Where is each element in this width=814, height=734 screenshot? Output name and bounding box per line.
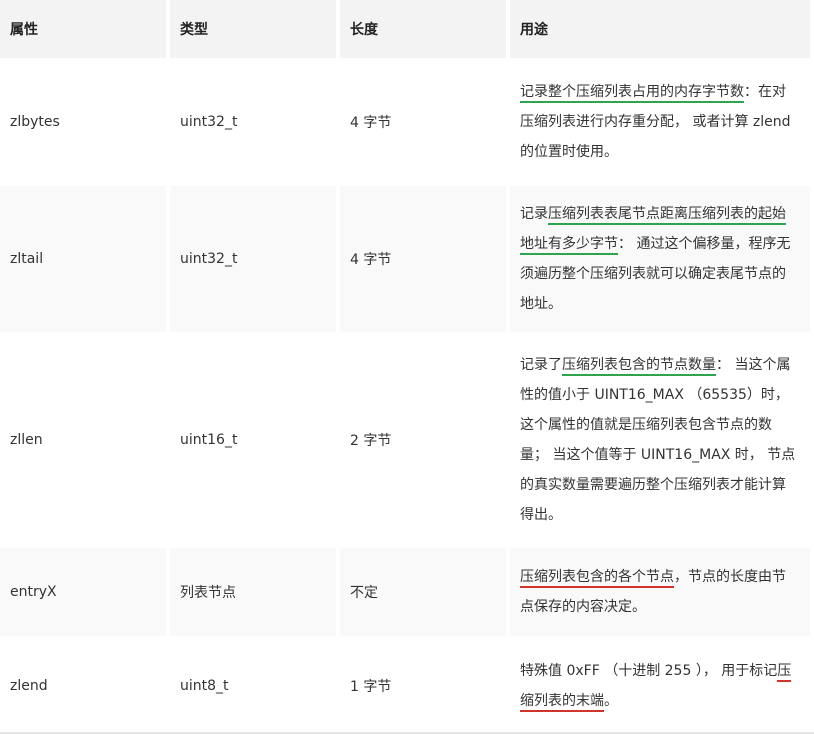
type-cell: uint32_t (170, 62, 336, 182)
usage-cell: 特殊值 0xFF （十进制 255 ）， 用于标记压缩列表的末端。 (510, 640, 810, 732)
type-cell: 列表节点 (170, 548, 336, 636)
usage-cell: 压缩列表包含的各个节点，节点的长度由节点保存的内容决定。 (510, 548, 810, 636)
type-cell: uint32_t (170, 186, 336, 332)
usage-text: 记录整个压缩列表占用的内存字节数：在对压缩列表进行内存重分配， 或者计算 zle… (520, 77, 798, 167)
usage-segment: 。 (604, 693, 618, 709)
table-row: zllen uint16_t 2 字节 记录了压缩列表包含的节点数量： 当这个属… (0, 336, 814, 544)
header-cell-length: 长度 (340, 0, 506, 58)
length-cell: 2 字节 (340, 336, 506, 544)
type-cell: uint16_t (170, 336, 336, 544)
attribute-cell: zllen (0, 336, 166, 544)
attribute-cell: zlend (0, 640, 166, 732)
attribute-cell: zlbytes (0, 62, 166, 182)
usage-text: 压缩列表包含的各个节点，节点的长度由节点保存的内容决定。 (520, 562, 798, 622)
usage-cell: 记录了压缩列表包含的节点数量： 当这个属性的值小于 UINT16_MAX （65… (510, 336, 810, 544)
table-row: zlend uint8_t 1 字节 特殊值 0xFF （十进制 255 ）， … (0, 640, 814, 732)
highlighted-phrase: 压缩列表包含的节点数量 (562, 357, 716, 376)
table-row: entryX 列表节点 不定 压缩列表包含的各个节点，节点的长度由节点保存的内容… (0, 548, 814, 636)
redis-ziplist-table: 属性 类型 长度 用途 zlbytes uint32_t 4 字节 记录整个压缩… (0, 0, 814, 734)
attribute-cell: zltail (0, 186, 166, 332)
length-cell: 1 字节 (340, 640, 506, 732)
highlighted-phrase: 压缩列表包含的各个节点 (520, 569, 674, 588)
length-cell: 不定 (340, 548, 506, 636)
usage-segment: 特殊值 0xFF （十进制 255 ）， 用于标记 (520, 663, 778, 679)
attribute-cell: entryX (0, 548, 166, 636)
length-cell: 4 字节 (340, 62, 506, 182)
usage-cell: 记录整个压缩列表占用的内存字节数：在对压缩列表进行内存重分配， 或者计算 zle… (510, 62, 810, 182)
header-cell-type: 类型 (170, 0, 336, 58)
usage-segment: 记录了 (520, 357, 562, 373)
table-row: zlbytes uint32_t 4 字节 记录整个压缩列表占用的内存字节数：在… (0, 62, 814, 182)
usage-cell: 记录压缩列表表尾节点距离压缩列表的起始地址有多少字节： 通过这个偏移量，程序无须… (510, 186, 810, 332)
usage-text: 特殊值 0xFF （十进制 255 ）， 用于标记压缩列表的末端。 (520, 656, 798, 716)
type-cell: uint8_t (170, 640, 336, 732)
table-row: zltail uint32_t 4 字节 记录压缩列表表尾节点距离压缩列表的起始… (0, 186, 814, 332)
usage-segment: 记录 (520, 206, 548, 222)
table-header-row: 属性 类型 长度 用途 (0, 0, 814, 58)
length-cell: 4 字节 (340, 186, 506, 332)
header-cell-attribute: 属性 (0, 0, 166, 58)
usage-text: 记录了压缩列表包含的节点数量： 当这个属性的值小于 UINT16_MAX （65… (520, 350, 798, 530)
header-cell-usage: 用途 (510, 0, 810, 58)
highlighted-phrase: 记录整个压缩列表占用的内存字节数 (520, 84, 744, 103)
usage-segment: ： 当这个属性的值小于 UINT16_MAX （65535）时， 这个属性的值就… (520, 357, 796, 523)
usage-text: 记录压缩列表表尾节点距离压缩列表的起始地址有多少字节： 通过这个偏移量，程序无须… (520, 199, 798, 319)
